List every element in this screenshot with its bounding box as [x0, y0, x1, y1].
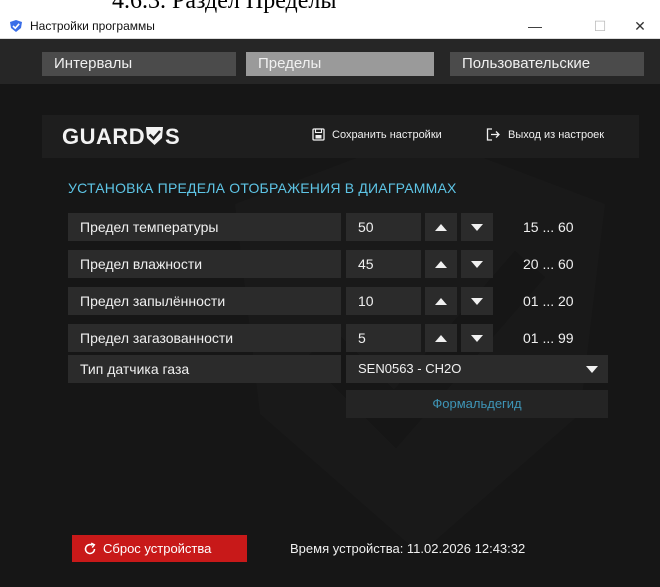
gas-name-display: Формальдегид — [346, 390, 608, 418]
settings-window: Настройки программы — ☐ ✕ Интервалы Пред… — [0, 14, 660, 587]
save-settings-button[interactable]: Сохранить настройки — [312, 128, 442, 141]
reset-device-button[interactable]: Сброс устройства — [72, 535, 247, 562]
svg-text:S: S — [165, 124, 180, 148]
save-settings-label: Сохранить настройки — [332, 128, 442, 141]
document-heading: 4.6.3. Раздел Пределы — [0, 0, 660, 14]
dust-decrease-button[interactable] — [461, 287, 493, 315]
section-title: УСТАНОВКА ПРЕДЕЛА ОТОБРАЖЕНИЯ В ДИАГРАММ… — [68, 180, 457, 196]
svg-text:GUARD: GUARD — [62, 124, 145, 148]
refresh-icon — [84, 542, 96, 554]
temperature-increase-button[interactable] — [425, 213, 457, 241]
exit-settings-label: Выход из настроек — [508, 128, 605, 141]
humidity-limit-label: Предел влажности — [68, 250, 341, 278]
gas-sensor-selected: SEN0563 - CH2O — [358, 361, 462, 376]
title-bar: Настройки программы — ☐ ✕ — [0, 14, 660, 39]
gas-sensor-select[interactable]: SEN0563 - CH2O — [346, 355, 608, 383]
dust-limit-value[interactable]: 10 — [346, 287, 421, 315]
temperature-limit-label: Предел температуры — [68, 213, 341, 241]
arrow-down-icon — [471, 223, 483, 231]
humidity-increase-button[interactable] — [425, 250, 457, 278]
gas-sensor-type-label: Тип датчика газа — [68, 355, 341, 383]
dust-increase-button[interactable] — [425, 287, 457, 315]
dust-range: 01 ... 20 — [523, 293, 574, 309]
arrow-down-icon — [471, 297, 483, 305]
tab-custom[interactable]: Пользовательские — [450, 52, 644, 76]
humidity-decrease-button[interactable] — [461, 250, 493, 278]
device-time: Время устройства: 11.02.2026 12:43:32 — [290, 541, 526, 556]
arrow-up-icon — [435, 334, 447, 342]
tab-bar: Интервалы Пределы Пользовательские — [0, 39, 660, 84]
shield-check-icon — [10, 20, 22, 32]
window-title: Настройки программы — [30, 19, 155, 33]
document-heading-text: 4.6.3. Раздел Пределы — [112, 0, 337, 14]
arrow-down-icon — [471, 260, 483, 268]
limits-panel: GUARD S Сохранить настройки Выход из нас… — [0, 84, 660, 587]
minimize-button[interactable]: — — [515, 14, 555, 38]
tab-limits[interactable]: Пределы — [246, 52, 434, 76]
close-button[interactable]: ✕ — [620, 14, 660, 38]
header-panel: GUARD S Сохранить настройки Выход из нас… — [42, 115, 639, 158]
humidity-range: 20 ... 60 — [523, 256, 574, 272]
gas-increase-button[interactable] — [425, 324, 457, 352]
temperature-decrease-button[interactable] — [461, 213, 493, 241]
exit-settings-button[interactable]: Выход из настроек — [486, 128, 604, 141]
tab-intervals[interactable]: Интервалы — [42, 52, 236, 76]
reset-device-label: Сброс устройства — [103, 541, 212, 556]
dust-limit-label: Предел запылённости — [68, 287, 341, 315]
gas-decrease-button[interactable] — [461, 324, 493, 352]
gas-limit-label: Предел загазованности — [68, 324, 341, 352]
logout-icon — [486, 128, 500, 141]
arrow-up-icon — [435, 223, 447, 231]
gas-range: 01 ... 99 — [523, 330, 574, 346]
maximize-button[interactable]: ☐ — [580, 14, 620, 38]
floppy-disk-icon — [312, 128, 325, 141]
gas-limit-value[interactable]: 5 — [346, 324, 421, 352]
arrow-down-icon — [471, 334, 483, 342]
chevron-down-icon — [586, 366, 598, 373]
temperature-range: 15 ... 60 — [523, 219, 574, 235]
humidity-limit-value[interactable]: 45 — [346, 250, 421, 278]
arrow-up-icon — [435, 260, 447, 268]
temperature-limit-value[interactable]: 50 — [346, 213, 421, 241]
arrow-up-icon — [435, 297, 447, 305]
guardos-logo: GUARD S — [62, 124, 180, 148]
